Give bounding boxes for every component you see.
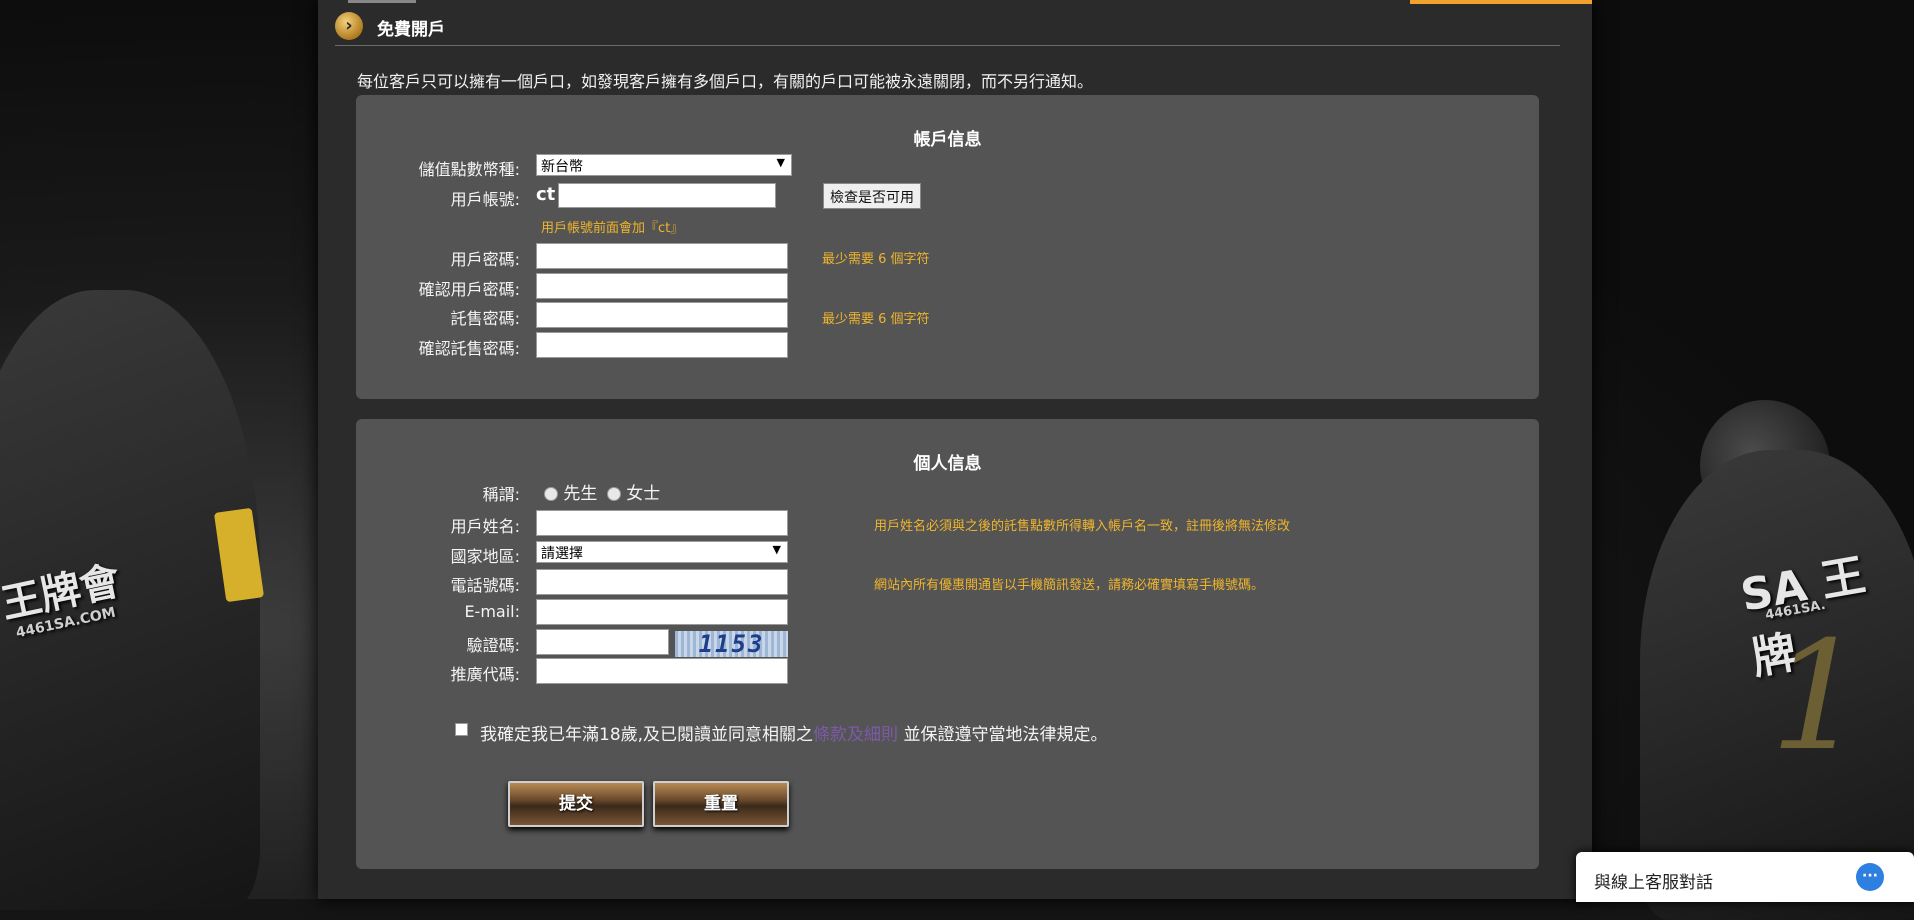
password-hint: 最少需要 6 個字符 — [822, 252, 930, 267]
salutation-options: 先生 女士 — [544, 479, 660, 504]
trade-password-hint: 最少需要 6 個字符 — [822, 312, 930, 327]
captcha-image[interactable]: 1153 — [675, 631, 788, 657]
submit-button[interactable]: 提交 — [508, 781, 644, 827]
live-chat-label: 與線上客服對話 — [1594, 873, 1713, 893]
page-title-bar: › 免費開戶 — [335, 12, 1560, 46]
country-selected-value: 請選擇 — [541, 546, 583, 562]
username-prefix: ct — [536, 184, 556, 205]
country-label: 國家地區: — [450, 547, 520, 566]
phone-label: 電話號碼: — [450, 576, 520, 595]
username-input[interactable] — [558, 183, 776, 208]
agree-statement: 我確定我已年滿18歲,及已閱讀並同意相關之條款及細則 並保證遵守當地法律規定。 — [450, 719, 1140, 751]
phone-hint: 網站內所有優惠開通皆以手機簡訊發送，請務必確實填寫手機號碼。 — [874, 578, 1265, 593]
account-notice: 每位客戶只可以擁有一個戶口，如發現客戶擁有多個戶口，有關的戶口可能被永遠關閉，而… — [357, 72, 1094, 91]
chevron-down-icon: ▼ — [772, 543, 781, 556]
promo-code-label: 推廣代碼: — [450, 665, 520, 684]
name-label: 用戶姓名: — [450, 517, 520, 536]
account-info-title: 帳戶信息 — [913, 130, 982, 150]
captcha-label: 驗證碼: — [466, 636, 520, 655]
password-input[interactable] — [536, 243, 788, 269]
agree-suffix: 並保證遵守當地法律規定。 — [898, 725, 1108, 745]
account-info-section: 帳戶信息 — [356, 95, 1539, 399]
email-input[interactable] — [536, 599, 788, 625]
live-chat-widget[interactable]: 與線上客服對話 ··· — [1576, 852, 1914, 902]
radio-mr[interactable] — [544, 487, 558, 501]
password-label: 用戶密碼: — [450, 250, 520, 269]
name-input[interactable] — [536, 510, 788, 536]
captcha-input[interactable] — [536, 629, 669, 655]
chevron-right-icon: › — [335, 12, 363, 40]
confirm-trade-password-label: 確認託售密碼: — [418, 339, 520, 358]
radio-ms-label: 女士 — [626, 484, 661, 504]
right-jersey-number: 1 — [1770, 610, 1866, 784]
agree-prefix: 我確定我已年滿18歲,及已閱讀並同意相關之 — [480, 725, 814, 745]
personal-info-title: 個人信息 — [913, 454, 982, 474]
reset-button[interactable]: 重置 — [653, 781, 789, 827]
chat-bubble-icon[interactable]: ··· — [1856, 863, 1884, 891]
radio-mr-label: 先生 — [563, 484, 598, 504]
radio-ms[interactable] — [606, 487, 621, 501]
name-hint: 用戶姓名必須與之後的託售點數所得轉入帳戶名一致，註冊後將無法修改 — [874, 519, 1291, 534]
top-accent-bar — [1410, 0, 1592, 4]
country-select[interactable]: 請選擇 ▼ — [536, 541, 788, 563]
confirm-password-label: 確認用戶密碼: — [418, 280, 520, 299]
phone-input[interactable] — [536, 569, 788, 595]
trade-password-input[interactable] — [536, 302, 788, 328]
confirm-password-input[interactable] — [536, 273, 788, 299]
confirm-trade-password-input[interactable] — [536, 332, 788, 358]
check-username-button[interactable]: 檢查是否可用 — [823, 183, 921, 209]
chevron-down-icon: ▼ — [776, 156, 785, 169]
trade-password-label: 託售密碼: — [450, 309, 520, 328]
terms-link[interactable]: 條款及細則 — [813, 725, 898, 745]
currency-selected-value: 新台幣 — [541, 159, 583, 175]
username-label: 用戶帳號: — [450, 190, 520, 209]
top-tab-indicator — [348, 0, 416, 3]
page-title: 免費開戶 — [377, 20, 445, 40]
username-hint: 用戶帳號前面會加『ct』 — [541, 221, 684, 236]
email-label: E-mail: — [464, 602, 520, 621]
promo-code-input[interactable] — [536, 658, 788, 684]
salutation-label: 稱謂: — [482, 485, 520, 504]
currency-select[interactable]: 新台幣 ▼ — [536, 154, 792, 176]
currency-label: 儲值點數幣種: — [418, 160, 520, 179]
